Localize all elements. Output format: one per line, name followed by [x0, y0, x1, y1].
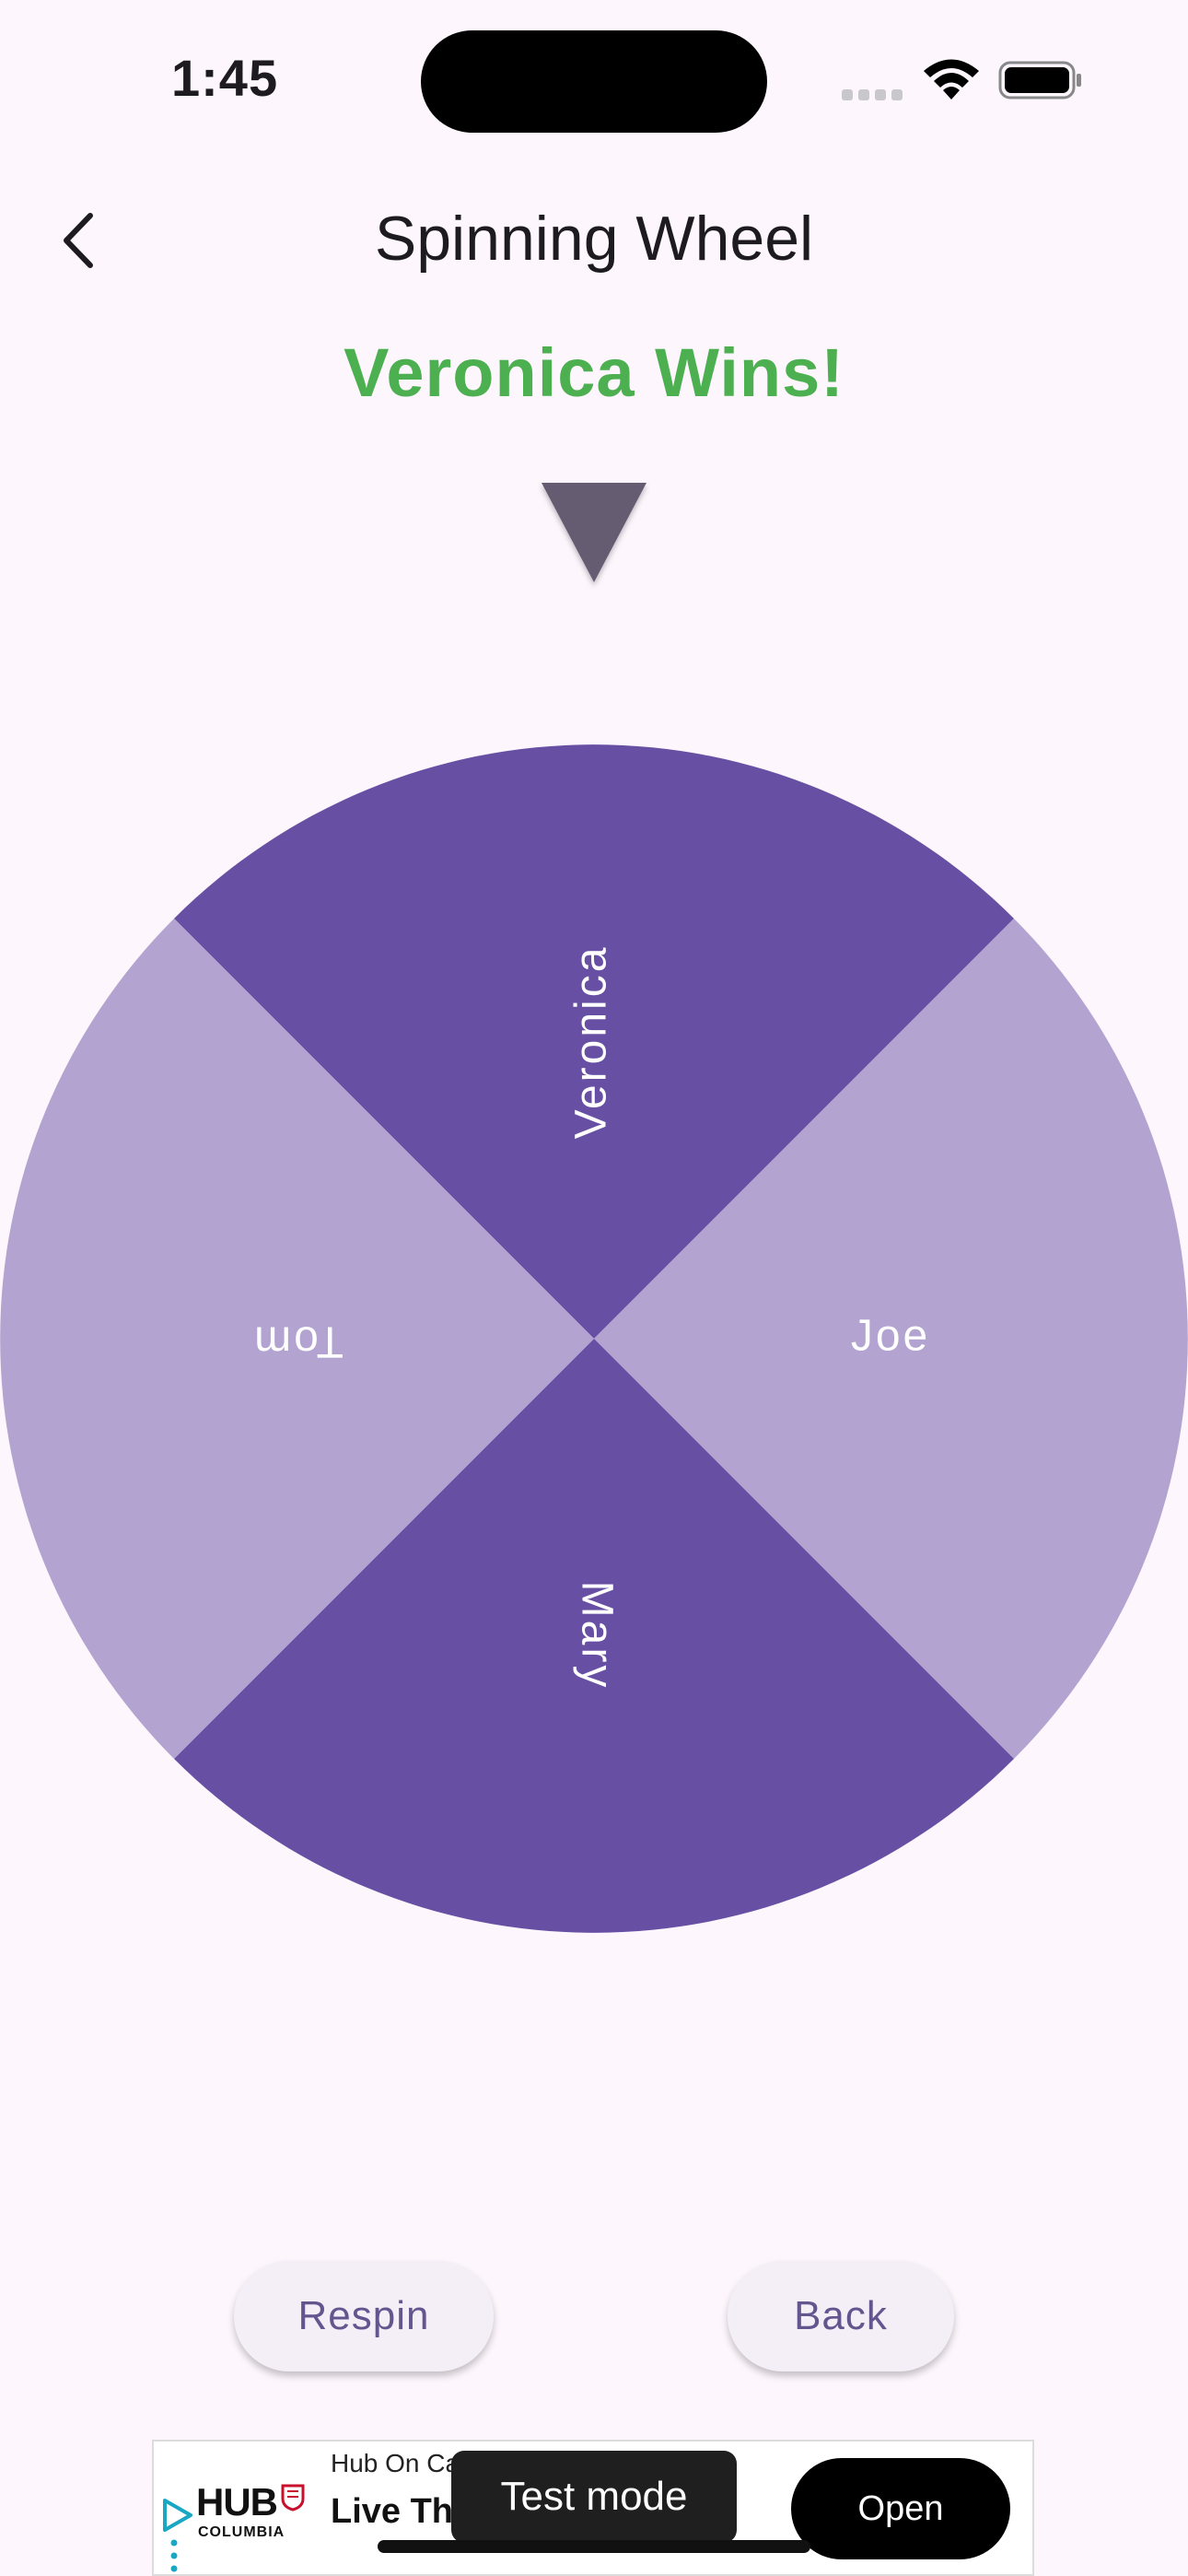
dynamic-island: [421, 30, 767, 133]
page-title: Spinning Wheel: [374, 204, 814, 274]
respin-button[interactable]: Respin: [234, 2261, 494, 2371]
ad-choices-icon[interactable]: [161, 2497, 194, 2534]
shield-icon: [281, 2484, 305, 2512]
home-indicator[interactable]: [378, 2540, 810, 2553]
battery-icon: [998, 61, 1081, 100]
more-options-icon[interactable]: [170, 2537, 178, 2574]
status-time: 1:45: [171, 49, 279, 107]
wheel-label-joe: Joe: [851, 1312, 930, 1361]
wheel-label-mary: Mary: [572, 1581, 621, 1691]
test-mode-toast: Test mode: [451, 2451, 737, 2543]
ad-logo-subtitle: COLUMBIA: [198, 2524, 285, 2540]
ad-open-button[interactable]: Open: [791, 2458, 1010, 2559]
wheel-label-tom: Tom: [251, 1317, 344, 1365]
triangle-pointer-icon: [542, 483, 646, 582]
winner-text: Veronica Wins!: [344, 334, 844, 411]
back-button[interactable]: Back: [728, 2261, 954, 2371]
spinning-wheel[interactable]: Veronica Joe Mary Tom: [0, 744, 1188, 1933]
ad-logo: HUB: [196, 2480, 278, 2523]
wifi-icon: [924, 59, 979, 100]
wheel-label-veronica: Veronica: [567, 945, 616, 1140]
ad-sponsor: Hub On Ca: [331, 2449, 460, 2477]
signal-icon: [842, 88, 908, 105]
